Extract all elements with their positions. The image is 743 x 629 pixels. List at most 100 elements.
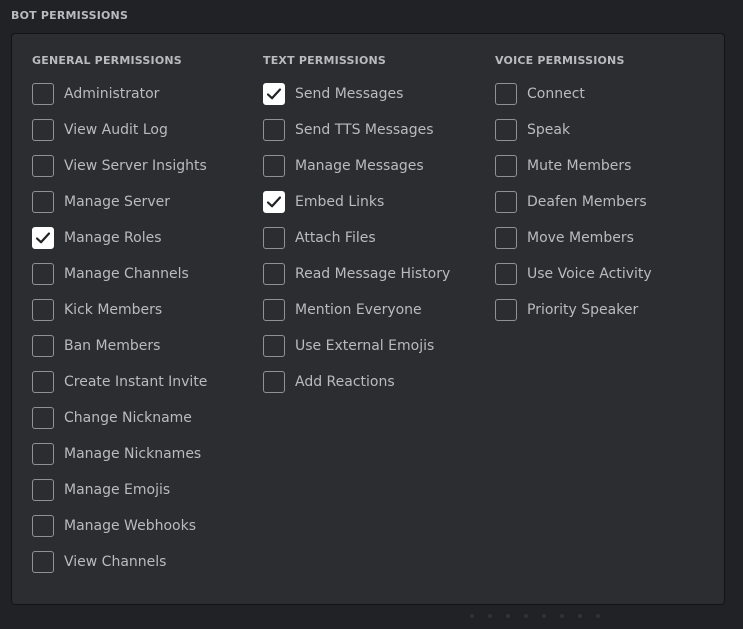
checkbox-manage-emojis[interactable]	[32, 479, 54, 501]
checkbox-view-audit-log[interactable]	[32, 119, 54, 141]
checkbox-use-voice-activity[interactable]	[495, 263, 517, 285]
permission-label: Add Reactions	[295, 374, 395, 390]
permission-embed-links[interactable]: Embed Links	[263, 191, 450, 227]
checkmark-icon	[266, 88, 282, 100]
checkbox-send-messages[interactable]	[263, 83, 285, 105]
column-title-general: GENERAL PERMISSIONS	[32, 54, 182, 67]
permission-manage-server[interactable]: Manage Server	[32, 191, 207, 227]
permission-manage-emojis[interactable]: Manage Emojis	[32, 479, 207, 515]
column-general-permissions: GENERAL PERMISSIONS Administrator View Au…	[32, 53, 207, 587]
permission-label: Use External Emojis	[295, 338, 435, 354]
checkbox-manage-channels[interactable]	[32, 263, 54, 285]
checkmark-icon	[266, 196, 282, 208]
decorative-dot	[596, 614, 600, 618]
checkbox-manage-webhooks[interactable]	[32, 515, 54, 537]
column-voice-permissions: VOICE PERMISSIONS Connect Speak Mute Membe…	[495, 53, 652, 335]
checkbox-embed-links[interactable]	[263, 191, 285, 213]
permission-manage-messages[interactable]: Manage Messages	[263, 155, 450, 191]
checkbox-use-external-emojis[interactable]	[263, 335, 285, 357]
permission-send-messages[interactable]: Send Messages	[263, 83, 450, 119]
permission-label: Manage Roles	[64, 230, 162, 246]
permission-label: View Server Insights	[64, 158, 207, 174]
permission-move-members[interactable]: Move Members	[495, 227, 652, 263]
permission-manage-channels[interactable]: Manage Channels	[32, 263, 207, 299]
permission-label: Embed Links	[295, 194, 385, 210]
decorative-dot	[560, 614, 564, 618]
permission-label: Manage Server	[64, 194, 170, 210]
permission-label: Change Nickname	[64, 410, 192, 426]
permission-add-reactions[interactable]: Add Reactions	[263, 371, 450, 407]
permission-kick-members[interactable]: Kick Members	[32, 299, 207, 335]
permission-read-message-history[interactable]: Read Message History	[263, 263, 450, 299]
checkbox-ban-members[interactable]	[32, 335, 54, 357]
permission-use-voice-activity[interactable]: Use Voice Activity	[495, 263, 652, 299]
decorative-dots	[470, 614, 650, 622]
column-title-voice: VOICE PERMISSIONS	[495, 54, 625, 67]
checkbox-read-message-history[interactable]	[263, 263, 285, 285]
permission-label: Connect	[527, 86, 585, 102]
checkbox-manage-server[interactable]	[32, 191, 54, 213]
permission-manage-webhooks[interactable]: Manage Webhooks	[32, 515, 207, 551]
permission-label: Manage Nicknames	[64, 446, 202, 462]
checkbox-mute-members[interactable]	[495, 155, 517, 177]
checkbox-deafen-members[interactable]	[495, 191, 517, 213]
checkbox-create-instant-invite[interactable]	[32, 371, 54, 393]
permission-label: Read Message History	[295, 266, 451, 282]
permission-label: Move Members	[527, 230, 634, 246]
decorative-dot	[578, 614, 582, 618]
checkbox-speak[interactable]	[495, 119, 517, 141]
permission-list-general: Administrator View Audit Log View Server I…	[32, 83, 207, 587]
decorative-dot	[488, 614, 492, 618]
permission-speak[interactable]: Speak	[495, 119, 652, 155]
permission-view-server-insights[interactable]: View Server Insights	[32, 155, 207, 191]
permission-label: Create Instant Invite	[64, 374, 208, 390]
checkbox-view-server-insights[interactable]	[32, 155, 54, 177]
permission-priority-speaker[interactable]: Priority Speaker	[495, 299, 652, 335]
checkbox-connect[interactable]	[495, 83, 517, 105]
permission-change-nickname[interactable]: Change Nickname	[32, 407, 207, 443]
permission-view-audit-log[interactable]: View Audit Log	[32, 119, 207, 155]
permission-send-tts-messages[interactable]: Send TTS Messages	[263, 119, 450, 155]
permission-administrator[interactable]: Administrator	[32, 83, 207, 119]
checkbox-manage-messages[interactable]	[263, 155, 285, 177]
checkbox-add-reactions[interactable]	[263, 371, 285, 393]
checkbox-change-nickname[interactable]	[32, 407, 54, 429]
permission-mention-everyone[interactable]: Mention Everyone	[263, 299, 450, 335]
permission-manage-nicknames[interactable]: Manage Nicknames	[32, 443, 207, 479]
permission-label: Mute Members	[527, 158, 632, 174]
permission-attach-files[interactable]: Attach Files	[263, 227, 450, 263]
permission-label: Deafen Members	[527, 194, 647, 210]
checkbox-view-channels[interactable]	[32, 551, 54, 573]
permissions-panel: GENERAL PERMISSIONS Administrator View Au…	[11, 33, 725, 605]
decorative-dot	[470, 614, 474, 618]
checkbox-manage-nicknames[interactable]	[32, 443, 54, 465]
permission-label: Priority Speaker	[527, 302, 639, 318]
permission-label: Use Voice Activity	[527, 266, 652, 282]
permission-label: Manage Emojis	[64, 482, 171, 498]
checkbox-move-members[interactable]	[495, 227, 517, 249]
permission-mute-members[interactable]: Mute Members	[495, 155, 652, 191]
permission-label: Send Messages	[295, 86, 404, 102]
permission-manage-roles[interactable]: Manage Roles	[32, 227, 207, 263]
decorative-dot	[524, 614, 528, 618]
column-text-permissions: TEXT PERMISSIONS Send Messages Send TTS M…	[263, 53, 450, 407]
permission-create-instant-invite[interactable]: Create Instant Invite	[32, 371, 207, 407]
decorative-dot	[542, 614, 546, 618]
checkbox-manage-roles[interactable]	[32, 227, 54, 249]
checkbox-kick-members[interactable]	[32, 299, 54, 321]
permission-connect[interactable]: Connect	[495, 83, 652, 119]
checkbox-attach-files[interactable]	[263, 227, 285, 249]
permission-ban-members[interactable]: Ban Members	[32, 335, 207, 371]
permission-list-voice: Connect Speak Mute Members Deafen Members Mo…	[495, 83, 652, 335]
permission-view-channels[interactable]: View Channels	[32, 551, 207, 587]
permission-label: View Audit Log	[64, 122, 168, 138]
checkbox-priority-speaker[interactable]	[495, 299, 517, 321]
checkbox-administrator[interactable]	[32, 83, 54, 105]
column-title-text: TEXT PERMISSIONS	[263, 54, 387, 67]
permission-label: Manage Channels	[64, 266, 189, 282]
checkbox-send-tts-messages[interactable]	[263, 119, 285, 141]
permission-deafen-members[interactable]: Deafen Members	[495, 191, 652, 227]
checkbox-mention-everyone[interactable]	[263, 299, 285, 321]
permission-use-external-emojis[interactable]: Use External Emojis	[263, 335, 450, 371]
permission-label: Mention Everyone	[295, 302, 422, 318]
